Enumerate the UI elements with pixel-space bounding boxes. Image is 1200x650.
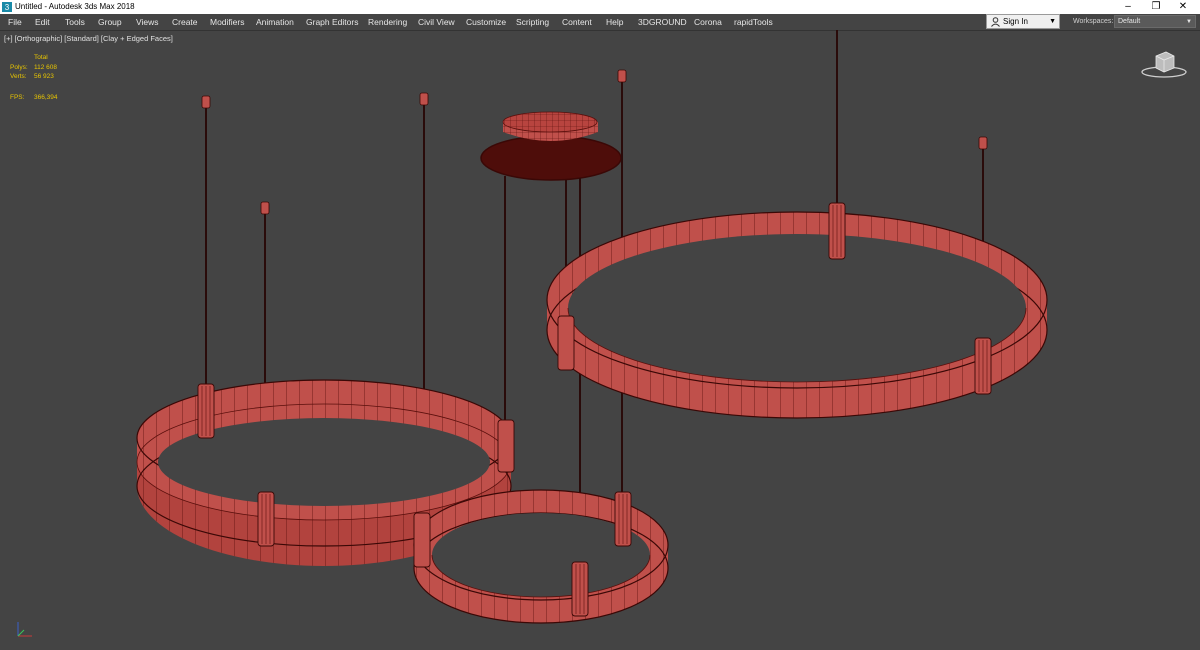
polys-value: 112 608 bbox=[34, 64, 58, 71]
scene-render[interactable] bbox=[0, 0, 1200, 650]
axis-gizmo-icon bbox=[17, 622, 32, 637]
polys-label: Polys: bbox=[10, 64, 28, 71]
verts-label: Verts: bbox=[10, 73, 27, 80]
fps-value: 366,394 bbox=[34, 94, 58, 101]
viewport-label[interactable]: [+] [Orthographic] [Standard] [Clay + Ed… bbox=[4, 34, 173, 44]
verts-value: 56 923 bbox=[34, 73, 54, 80]
ceiling-canopy bbox=[480, 111, 622, 181]
pendant-ring-right bbox=[546, 211, 1048, 419]
viewcube-icon[interactable] bbox=[1138, 48, 1190, 80]
fps-label: FPS: bbox=[10, 94, 25, 101]
stats-header: Total bbox=[34, 54, 48, 61]
